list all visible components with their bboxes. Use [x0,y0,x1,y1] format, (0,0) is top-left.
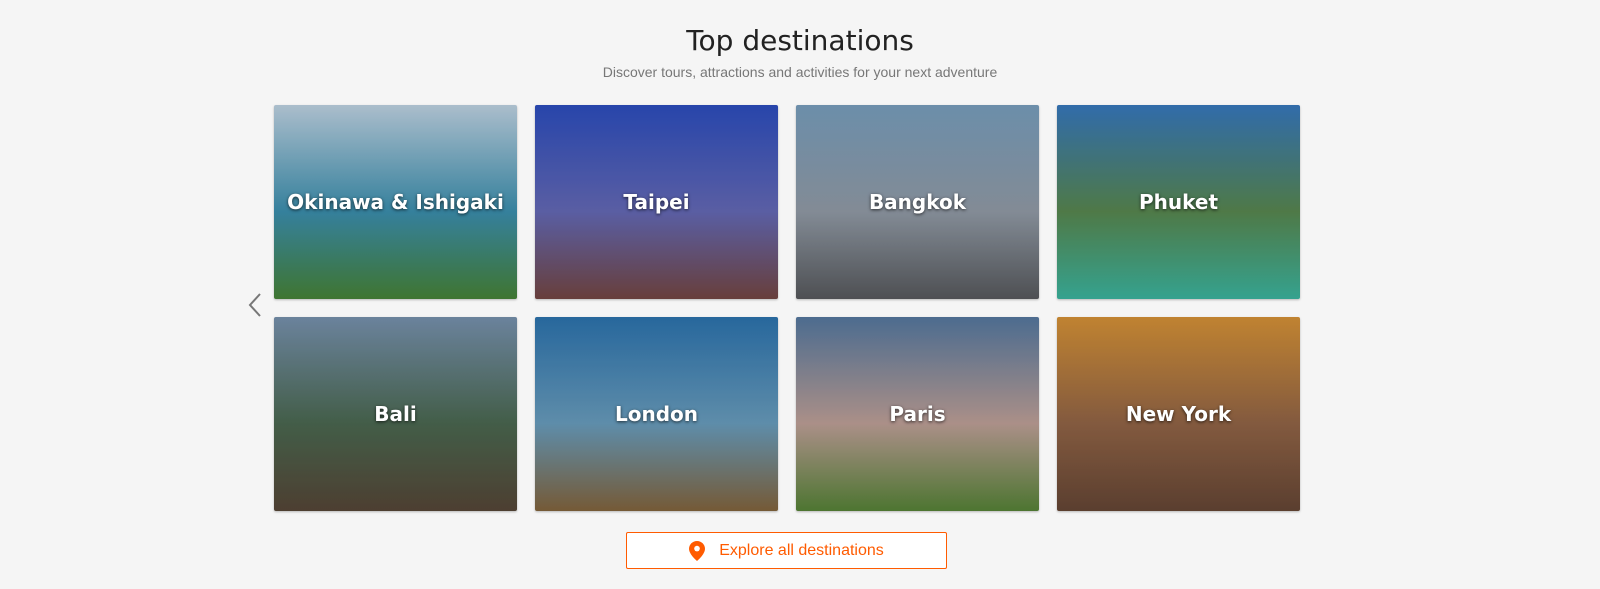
section-title: Top destinations [686,24,914,57]
destination-label: Bangkok [868,190,967,214]
destination-label: Paris [889,402,946,426]
destination-label: London [614,402,699,426]
destination-label: Phuket [1138,190,1219,214]
destination-card-new-york[interactable]: New York [1057,317,1300,511]
destination-label: Taipei [623,190,690,214]
destination-card-london[interactable]: London [535,317,778,511]
destination-card-bangkok[interactable]: Bangkok [796,105,1039,299]
map-pin-icon [689,540,706,561]
explore-button-label: Explore all destinations [719,541,884,559]
destination-label: Okinawa & Ishigaki [287,190,504,214]
chevron-left-icon[interactable] [244,290,266,320]
top-destinations-section: Top destinations Discover tours, attract… [0,0,1600,589]
section-subtitle: Discover tours, attractions and activiti… [602,64,998,80]
destination-card-phuket[interactable]: Phuket [1057,105,1300,299]
explore-all-destinations-button[interactable]: Explore all destinations [626,532,947,569]
destination-label: New York [1125,402,1232,426]
destination-label: Bali [374,402,417,426]
destination-card-bali[interactable]: Bali [274,317,517,511]
destination-card-okinawa[interactable]: Okinawa & Ishigaki [274,105,517,299]
destinations-grid: Okinawa & Ishigaki Taipei Bangkok Phuket… [274,105,1300,511]
destination-card-paris[interactable]: Paris [796,317,1039,511]
destination-card-taipei[interactable]: Taipei [535,105,778,299]
